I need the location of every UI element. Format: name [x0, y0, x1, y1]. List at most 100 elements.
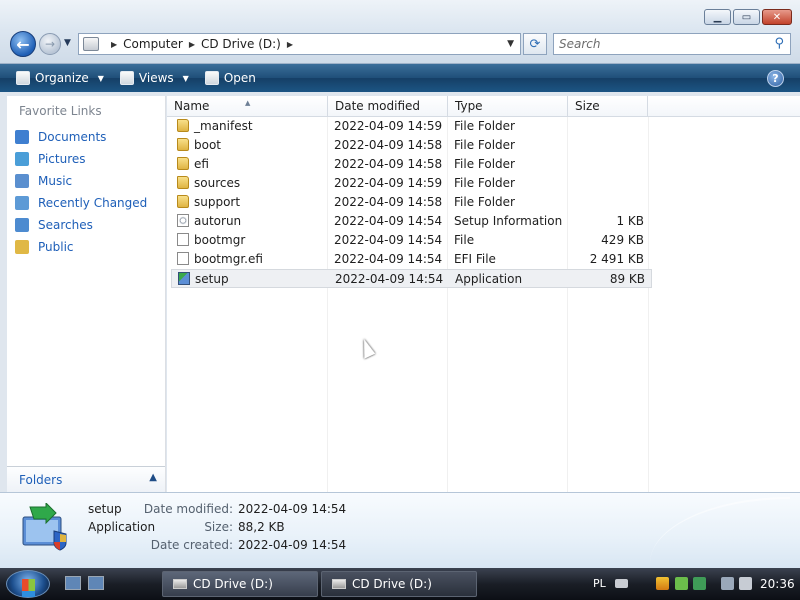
chevron-right-icon[interactable]: ▶: [111, 40, 117, 49]
file-icon: [177, 252, 189, 265]
chevron-up-icon[interactable]: ▲: [149, 472, 157, 483]
sidebar-item-music[interactable]: Music: [15, 170, 147, 192]
views-icon: [119, 71, 134, 85]
details-size-value: 88,2 KB: [238, 520, 285, 534]
file-row[interactable]: bootmgr.efi 2022-04-09 14:54 EFI File 2 491…: [171, 250, 652, 269]
sidebar-item-label: Pictures: [38, 152, 86, 166]
keyboard-icon[interactable]: [615, 579, 628, 588]
file-row[interactable]: support 2022-04-09 14:58 File Folder: [171, 193, 652, 212]
file-date-modified: 2022-04-09 14:54: [334, 214, 443, 228]
sort-ascending-icon: ▲: [245, 99, 251, 107]
sidebar-item-pictures[interactable]: Pictures: [15, 148, 147, 170]
checkmark-icon[interactable]: [675, 577, 688, 590]
chevron-right-icon[interactable]: ▶: [287, 40, 293, 49]
start-button[interactable]: [6, 570, 50, 598]
organize-button[interactable]: Organize ▼: [16, 71, 104, 85]
file-name: _manifest: [194, 119, 253, 133]
file-row[interactable]: sources 2022-04-09 14:59 File Folder: [171, 174, 652, 193]
taskbar-button-label: CD Drive (D:): [193, 577, 273, 591]
views-button[interactable]: Views ▼: [119, 71, 189, 85]
file-row[interactable]: _manifest 2022-04-09 14:59 File Folder: [171, 117, 652, 136]
sidebar-item-label: Searches: [38, 218, 93, 232]
recent-pages-dropdown[interactable]: ▼: [64, 38, 71, 48]
forward-button[interactable]: →: [39, 33, 61, 55]
file-date-modified: 2022-04-09 14:58: [334, 157, 443, 171]
maximize-button[interactable]: ▭: [733, 9, 760, 25]
clock[interactable]: 20:36: [760, 577, 795, 591]
breadcrumb-computer[interactable]: Computer: [123, 37, 183, 51]
file-row[interactable]: bootmgr 2022-04-09 14:54 File 429 KB: [171, 231, 652, 250]
file-type: File Folder: [454, 138, 515, 152]
file-date-modified: 2022-04-09 14:54: [334, 233, 443, 247]
sidebar-item-public[interactable]: Public: [15, 236, 147, 258]
computer-icon: [83, 37, 99, 51]
folder-icon: [15, 240, 29, 254]
sidebar-item-label: Documents: [38, 130, 107, 144]
chevron-right-icon[interactable]: ▶: [189, 40, 195, 49]
switch-windows-icon[interactable]: [88, 576, 104, 590]
file-row[interactable]: autorun 2022-04-09 14:54 Setup Information…: [171, 212, 652, 231]
column-header-name-label: Name: [174, 99, 210, 113]
back-button[interactable]: ←: [10, 31, 36, 57]
file-type: File Folder: [454, 157, 515, 171]
file-size: 89 KB: [609, 272, 645, 286]
file-name: autorun: [194, 214, 242, 228]
file-type: File: [454, 233, 475, 247]
address-dropdown-icon[interactable]: ▼: [507, 39, 514, 49]
window-header: ▁ ▭ ✕ ← → ▼ ▶ Computer ▶ CD Drive (D:) ▶…: [0, 0, 800, 64]
language-indicator[interactable]: PL: [593, 577, 606, 590]
sidebar-item-recently-changed[interactable]: Recently Changed: [15, 192, 147, 214]
search-placeholder: Search: [559, 37, 601, 51]
column-header-type[interactable]: Type: [448, 96, 568, 117]
taskbar-button-cd-drive[interactable]: CD Drive (D:): [162, 571, 318, 597]
cd-drive-icon: [173, 579, 187, 589]
safely-remove-icon[interactable]: [693, 577, 706, 590]
file-size: 429 KB: [601, 233, 644, 247]
open-label: Open: [223, 71, 256, 85]
file-name: efi: [194, 157, 209, 171]
folder-icon: [177, 195, 189, 208]
file-date-modified: 2022-04-09 14:59: [334, 176, 443, 190]
favorite-links-list: Documents Pictures Music Recently Changed Se…: [15, 126, 147, 258]
sidebar-item-searches[interactable]: Searches: [15, 214, 147, 236]
views-label: Views: [138, 71, 174, 85]
open-button[interactable]: Open: [204, 71, 256, 85]
column-header-name[interactable]: Name ▲: [167, 96, 328, 117]
file-size: 1 KB: [616, 214, 644, 228]
recent-icon: [15, 196, 29, 210]
help-button[interactable]: ?: [767, 70, 784, 87]
close-button[interactable]: ✕: [762, 9, 792, 25]
application-icon: [178, 272, 190, 285]
search-icon[interactable]: ⚲: [774, 36, 784, 51]
file-type: File Folder: [454, 176, 515, 190]
search-input[interactable]: Search ⚲: [553, 33, 791, 55]
documents-icon: [15, 130, 29, 144]
file-name: bootmgr.efi: [194, 252, 263, 266]
network-icon[interactable]: [721, 577, 734, 590]
windows-logo-icon: [22, 579, 35, 591]
column-header-date[interactable]: Date modified: [328, 96, 448, 117]
close-icon: ✕: [772, 11, 782, 23]
sidebar-item-documents[interactable]: Documents: [15, 126, 147, 148]
column-header-size[interactable]: Size: [568, 96, 648, 117]
folder-icon: [177, 138, 189, 151]
folders-toggle[interactable]: Folders ▲: [7, 466, 165, 492]
details-date-created-label: Date created:: [150, 538, 233, 552]
show-desktop-icon[interactable]: [65, 576, 81, 590]
favorite-links-title: Favorite Links: [19, 104, 102, 118]
file-row[interactable]: setup 2022-04-09 14:54 Application 89 KB: [171, 269, 652, 288]
taskbar-button-cd-drive[interactable]: CD Drive (D:): [321, 571, 477, 597]
window-controls: ▁ ▭ ✕: [704, 9, 792, 25]
breadcrumb-cd-drive[interactable]: CD Drive (D:): [201, 37, 281, 51]
details-date-modified-label: Date modified:: [143, 502, 233, 516]
file-row[interactable]: boot 2022-04-09 14:58 File Folder: [171, 136, 652, 155]
file-row[interactable]: efi 2022-04-09 14:58 File Folder: [171, 155, 652, 174]
file-list: Name ▲ Date modified Type Size _manifest…: [167, 96, 800, 492]
refresh-button[interactable]: ⟳: [523, 33, 547, 55]
volume-muted-icon[interactable]: [739, 577, 752, 590]
security-shield-icon[interactable]: [656, 577, 669, 590]
minimize-button[interactable]: ▁: [704, 9, 731, 25]
navigation-pane: Favorite Links Documents Pictures Music Rec…: [7, 96, 166, 492]
file-type: File Folder: [454, 195, 515, 209]
address-bar[interactable]: ▶ Computer ▶ CD Drive (D:) ▶ ▼: [78, 33, 521, 55]
